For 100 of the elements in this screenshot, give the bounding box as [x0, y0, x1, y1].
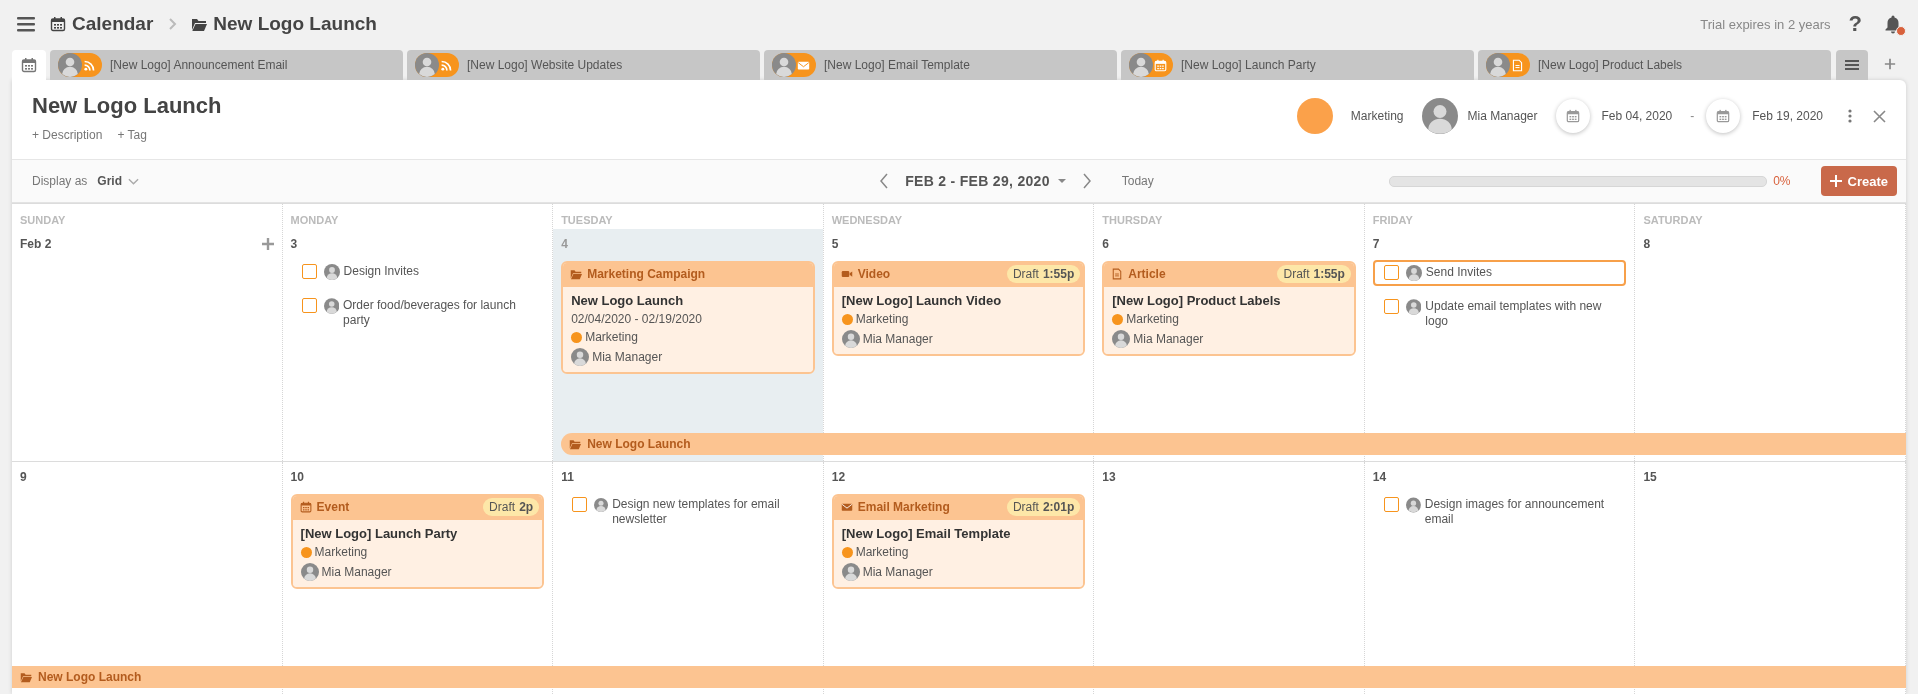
day-number: 15 [1643, 470, 1657, 484]
breadcrumb-link[interactable]: New Logo Launch [191, 13, 377, 35]
day-number: 9 [20, 470, 27, 484]
list-icon [1845, 58, 1859, 72]
avatar-icon [841, 563, 860, 581]
event-title: [New Logo] Product Labels [1112, 293, 1282, 308]
checkbox[interactable] [301, 264, 317, 279]
date-range-dropdown[interactable]: FEB 2 - FEB 29, 2020 [905, 173, 1066, 189]
calendar-icon [299, 501, 312, 513]
add-link[interactable]: + Tag [117, 128, 147, 142]
avatar-icon [1129, 53, 1153, 77]
tag-label: Marketing [855, 312, 909, 326]
previous-icon[interactable] [879, 173, 890, 189]
tab-list-button[interactable] [1836, 50, 1868, 80]
today-button[interactable]: Today [1115, 173, 1160, 189]
owner-name: Mia Manager [1467, 109, 1538, 123]
avatar-icon [594, 497, 609, 513]
day-number: Feb 2 [20, 237, 52, 251]
weekday-label: SUNDAY [19, 213, 67, 228]
avatar-icon [1405, 497, 1421, 513]
task-title: Design Invites [343, 264, 419, 279]
tag-label: Marketing [585, 330, 638, 344]
chevron-down-icon [128, 177, 140, 185]
event-time: 2p [519, 500, 534, 514]
team-avatar [1296, 98, 1333, 134]
assignee-name: Mia Manager [592, 350, 663, 364]
more-options-icon[interactable] [1847, 108, 1853, 124]
task-row[interactable]: Order food/beverages for launch party [296, 293, 545, 333]
avatar-icon [300, 563, 319, 581]
project-bar-label: New Logo Launch [587, 437, 691, 451]
tag-dot [1112, 313, 1124, 325]
add-icon[interactable] [261, 238, 274, 250]
event-card[interactable]: Marketing Campaign New Logo Launch 02/04/2020 - 02/19/2020 Marketing Mia Manager [561, 261, 815, 374]
end-date-button[interactable] [1706, 99, 1741, 133]
tab[interactable]: [New Logo] Product Labels [1478, 50, 1831, 80]
tag-label: Marketing [855, 545, 909, 559]
event-type-label: Article [1128, 267, 1166, 281]
status-label: Draft [1012, 500, 1039, 514]
tab[interactable]: [New Logo] Email Template [764, 50, 1117, 80]
avatar-icon [772, 53, 796, 77]
event-card[interactable]: Video Draft 1:55p [New Logo] Launch Video Marketing Mia Manager [831, 261, 1086, 356]
avatar-icon [323, 298, 340, 314]
folder-icon [569, 438, 582, 450]
progress-reading: 0% [1773, 174, 1791, 188]
avatar-icon [1405, 299, 1422, 315]
close-icon[interactable] [1873, 109, 1886, 123]
date-separator: - [1690, 109, 1695, 123]
event-time: 1:55p [1042, 267, 1075, 281]
end-date: Feb 19, 2020 [1752, 109, 1823, 123]
tag-dot [841, 546, 853, 558]
task-title: Order food/beverages for launch party [343, 298, 517, 328]
event-type-label: Marketing Campaign [587, 267, 706, 281]
checkbox[interactable] [572, 497, 588, 512]
checkbox[interactable] [1383, 497, 1399, 512]
display-mode-dropdown[interactable]: Grid [97, 174, 140, 188]
event-time: 2:01p [1042, 500, 1075, 514]
add-link[interactable]: + Description [32, 128, 103, 142]
assignee-name: Mia Manager [1133, 332, 1204, 346]
event-title: [New Logo] Launch Party [300, 526, 459, 541]
help-button[interactable]: ? [1844, 11, 1866, 37]
event-card[interactable]: Email Marketing Draft 2:01p [New Logo] Email Template Marketing Mia Manager [831, 494, 1086, 589]
selected-task[interactable]: Send Invites [1372, 260, 1627, 286]
add-tab-icon[interactable] [1884, 58, 1896, 70]
task-title: Update email templates with new logo [1425, 299, 1603, 329]
menu-icon[interactable] [16, 15, 36, 33]
task-row[interactable]: Design Invites [296, 259, 545, 285]
task-title: Send Invites [1425, 265, 1492, 280]
event-card[interactable]: Event Draft 2p [New Logo] Launch Party Marketing Mia Manager [290, 494, 545, 589]
checkbox[interactable] [1383, 299, 1399, 314]
weekday-label: SATURDAY [1642, 213, 1704, 228]
start-date-button[interactable] [1555, 99, 1590, 133]
day-number: 7 [1372, 237, 1380, 251]
calendar-tab[interactable] [12, 50, 46, 80]
weekday-label: TUESDAY [560, 213, 614, 228]
tab[interactable]: [New Logo] Website Updates [407, 50, 760, 80]
display-as-label: Display as [32, 174, 88, 188]
avatar-icon [323, 264, 340, 280]
breadcrumb-link[interactable]: Calendar [50, 13, 154, 35]
assignee-name: Mia Manager [862, 565, 933, 579]
task-row[interactable]: Design new templates for email newsletter [567, 492, 815, 532]
day-number: 8 [1643, 237, 1651, 251]
create-button[interactable]: Create [1820, 166, 1897, 196]
document-icon [1511, 58, 1524, 72]
event-dates: 02/04/2020 - 02/19/2020 [571, 312, 703, 326]
next-icon[interactable] [1081, 173, 1092, 189]
tab[interactable]: [New Logo] Announcement Email [50, 50, 403, 80]
avatar-icon [841, 330, 860, 348]
calendar-icon [1716, 109, 1731, 123]
calendar-icon [1565, 109, 1580, 123]
weekday-label: MONDAY [289, 213, 340, 228]
task-row[interactable]: Update email templates with new logo [1378, 294, 1627, 334]
tab[interactable]: [New Logo] Launch Party [1121, 50, 1474, 80]
event-card[interactable]: Article Draft 1:55p [New Logo] Product Labels Marketing Mia Manager [1102, 261, 1356, 356]
checkbox[interactable] [1383, 265, 1399, 280]
event-title: New Logo Launch [571, 293, 685, 308]
task-row[interactable]: Design images for announcement email [1378, 492, 1627, 532]
day-number: 14 [1372, 470, 1387, 484]
checkbox[interactable] [301, 298, 317, 313]
plus-icon [1829, 175, 1842, 187]
folder-icon [20, 671, 32, 683]
